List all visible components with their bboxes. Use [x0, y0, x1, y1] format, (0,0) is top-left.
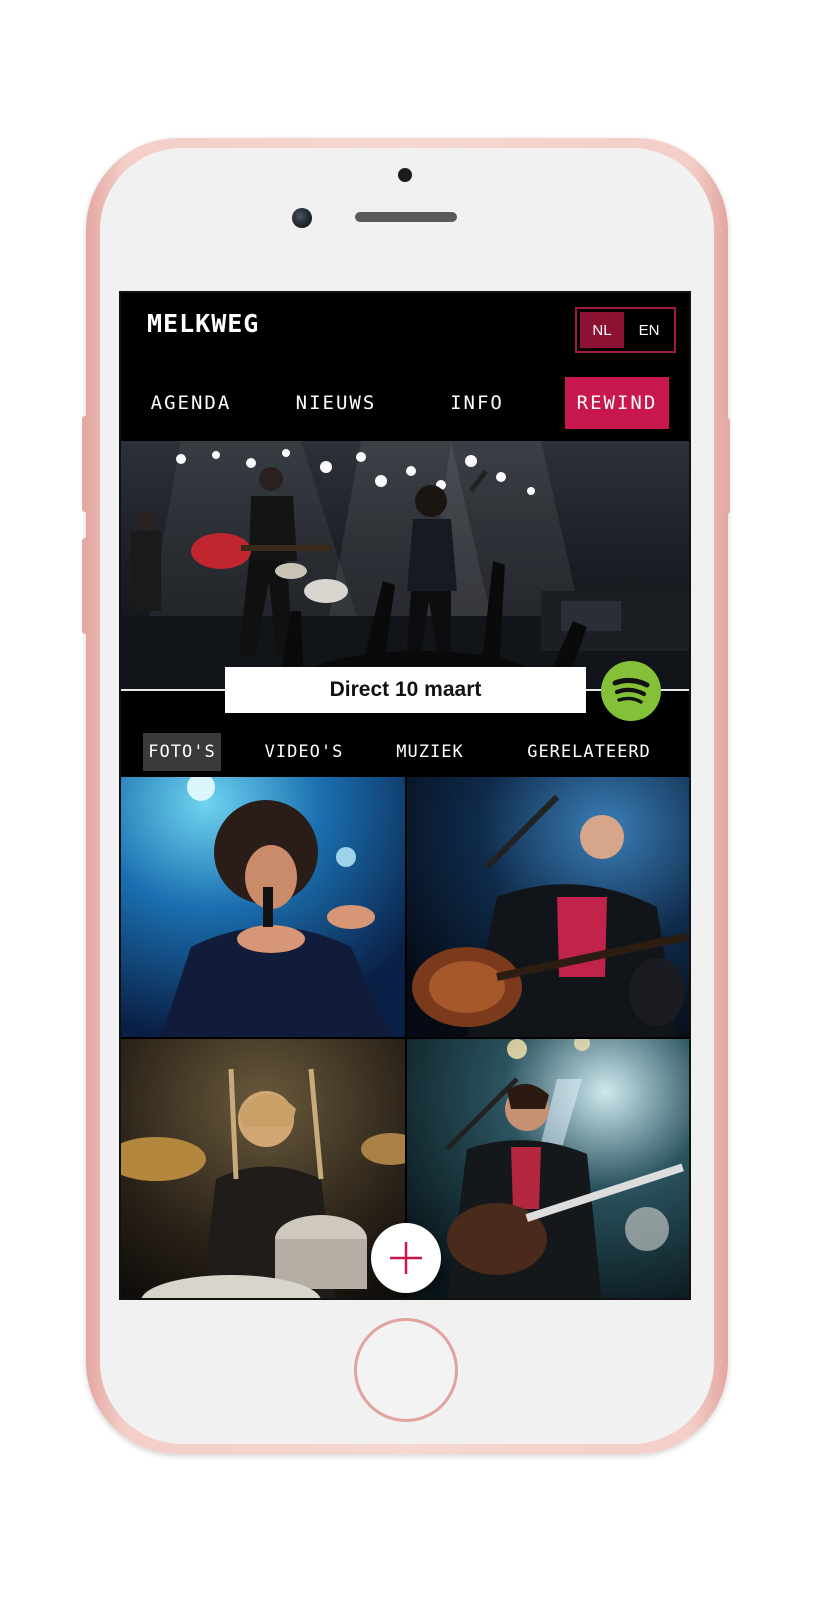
tab-muziek[interactable]: MUZIEK [385, 733, 475, 771]
main-nav: AGENDA NIEUWS INFO REWIND [121, 377, 689, 429]
tab-gerelateerd[interactable]: GERELATEERD [507, 733, 671, 771]
photo-grid [121, 777, 689, 1298]
hero-concert-photo [121, 441, 689, 689]
hero-photo-illustration [121, 441, 689, 689]
guitarist-photo [407, 777, 689, 1037]
nav-item-info[interactable]: INFO [437, 377, 517, 429]
volume-up-button [82, 416, 88, 512]
photo-tile[interactable] [407, 777, 689, 1037]
melkweg-logo[interactable]: MELKWEG [147, 309, 259, 338]
nav-item-agenda[interactable]: AGENDA [139, 377, 243, 429]
volume-down-button [82, 538, 88, 634]
media-tabs: FOTO'S VIDEO'S MUZIEK GERELATEERD [121, 733, 689, 773]
singer-photo [121, 777, 405, 1037]
spotify-icon[interactable] [601, 661, 661, 721]
photo-tile[interactable] [121, 777, 405, 1037]
tab-videos[interactable]: VIDEO'S [253, 733, 355, 771]
event-date-banner[interactable]: Direct 10 maart [225, 667, 586, 713]
nav-item-nieuws[interactable]: NIEUWS [281, 377, 391, 429]
drummer-photo [121, 1039, 405, 1298]
photo-tile[interactable] [407, 1039, 689, 1298]
add-button[interactable] [371, 1223, 441, 1293]
photo-tile[interactable] [121, 1039, 405, 1298]
home-button[interactable] [354, 1318, 458, 1422]
nav-item-rewind[interactable]: REWIND [565, 377, 669, 429]
front-camera [292, 208, 312, 228]
spotify-logo-icon [612, 677, 650, 704]
earpiece-speaker [355, 212, 457, 222]
lang-nl-button[interactable]: NL [580, 312, 624, 348]
power-button [724, 418, 730, 514]
proximity-sensor [398, 168, 412, 182]
guitar-singer-photo [407, 1039, 689, 1298]
tab-fotos[interactable]: FOTO'S [143, 733, 221, 771]
plus-icon [390, 1242, 422, 1274]
language-switcher: NL EN [575, 307, 676, 353]
lang-en-button[interactable]: EN [627, 312, 671, 348]
app-screen: MELKWEG NL EN AGENDA NIEUWS INFO REWIND [119, 291, 691, 1300]
